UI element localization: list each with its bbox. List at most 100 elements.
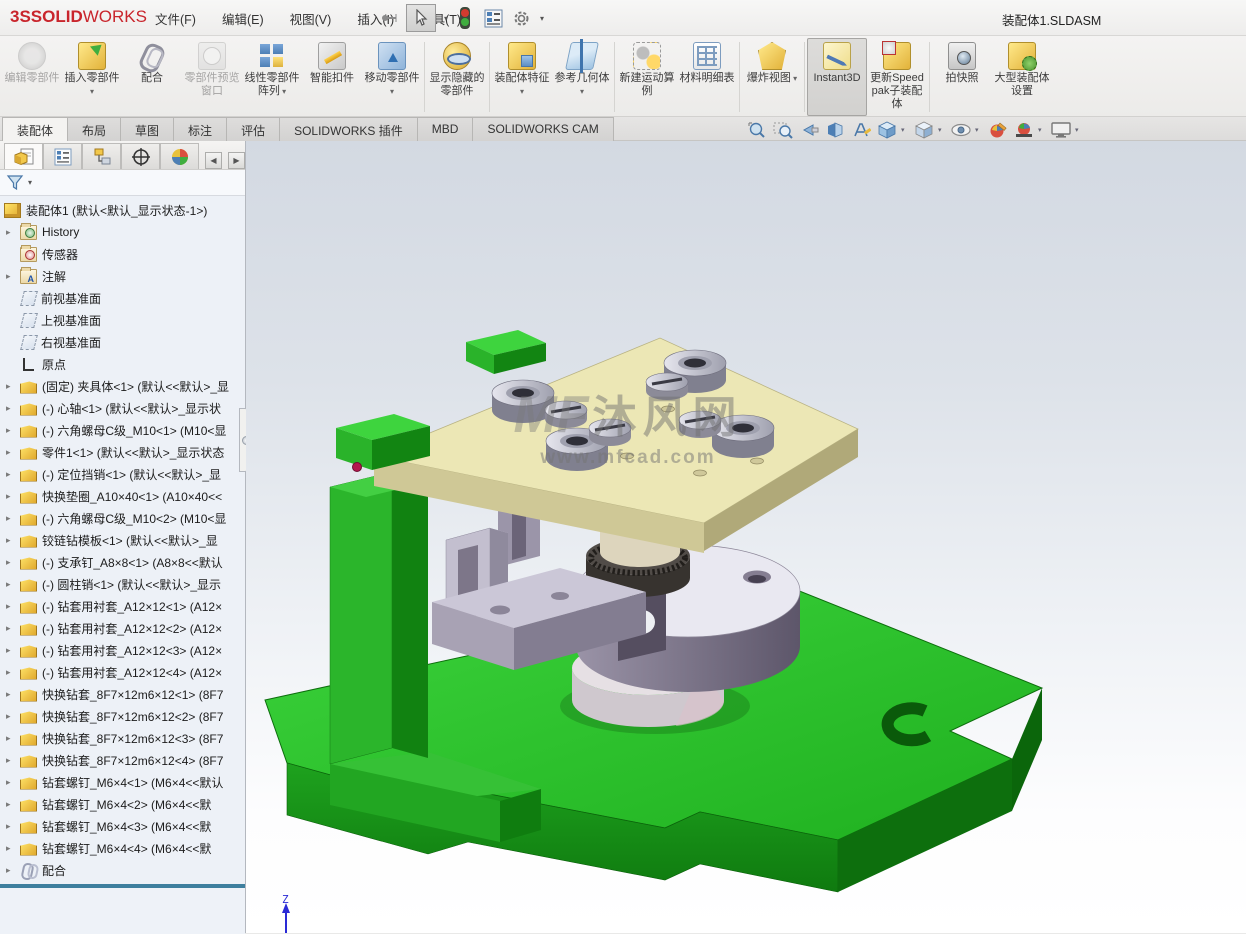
- ribbon-button[interactable]: 插入零部件: [62, 38, 122, 116]
- tree-item[interactable]: ▸ 传感器: [0, 243, 245, 265]
- tree-item[interactable]: ▸ (-) 六角螺母C级_M10<1> (M10<显: [0, 419, 245, 441]
- edit-appearance-icon[interactable]: [986, 119, 1010, 140]
- panel-tab-scroll-right[interactable]: ▶: [228, 152, 245, 169]
- filter-funnel-icon[interactable]: [6, 174, 26, 192]
- tree-item-expand-arrow[interactable]: ▸: [6, 865, 20, 876]
- hide-show-items-caret[interactable]: ▾: [975, 126, 984, 134]
- section-view-icon[interactable]: [823, 119, 847, 140]
- tree-item-expand-arrow[interactable]: ▸: [6, 689, 20, 700]
- traffic-light-icon[interactable]: [454, 6, 476, 30]
- pin-icon[interactable]: [378, 6, 400, 30]
- tree-item[interactable]: ▸ 上视基准面: [0, 309, 245, 331]
- tree-item-expand-arrow[interactable]: ▸: [6, 535, 20, 546]
- tree-item[interactable]: ▸ 快换钻套_8F7×12m6×12<3> (8F7: [0, 727, 245, 749]
- tree-item-expand-arrow[interactable]: ▸: [6, 271, 20, 282]
- tree-item-expand-arrow[interactable]: ▸: [6, 777, 20, 788]
- tree-item[interactable]: ▸ (-) 钻套用衬套_A12×12<3> (A12×: [0, 639, 245, 661]
- ribbon-button[interactable]: 编辑零部件: [2, 38, 62, 116]
- tree-item-expand-arrow[interactable]: ▸: [6, 711, 20, 722]
- ribbon-button[interactable]: 移动零部件: [362, 38, 422, 116]
- tree-item-expand-arrow[interactable]: ▸: [6, 799, 20, 810]
- select-cursor-caret[interactable]: ▾: [444, 14, 448, 23]
- ribbon-button[interactable]: 零部件预览窗口: [182, 38, 242, 116]
- ribbon-button[interactable]: 更新Speedpak子装配体: [867, 38, 927, 116]
- tree-item[interactable]: ▸ (-) 心轴<1> (默认<<默认>_显示状: [0, 397, 245, 419]
- view-orientation-caret[interactable]: ▾: [901, 126, 910, 134]
- hide-show-items-icon[interactable]: [949, 119, 973, 140]
- tree-item[interactable]: ▸ (-) 圆柱销<1> (默认<<默认>_显示: [0, 573, 245, 595]
- ribbon-button[interactable]: 线性零部件阵列: [242, 38, 302, 116]
- tree-item-expand-arrow[interactable]: ▸: [6, 579, 20, 590]
- tree-item[interactable]: ▸ 配合: [0, 859, 245, 881]
- dimxpertmanager-tab[interactable]: [121, 143, 160, 169]
- tree-item-expand-arrow[interactable]: ▸: [6, 821, 20, 832]
- command-tab[interactable]: SOLIDWORKS 插件: [279, 117, 418, 141]
- menu-item[interactable]: 文件(F): [142, 5, 209, 32]
- apply-scene-icon[interactable]: [1012, 119, 1036, 140]
- propertymanager-tab[interactable]: [43, 143, 82, 169]
- tree-item-expand-arrow[interactable]: ▸: [6, 601, 20, 612]
- gear-icon[interactable]: [510, 6, 532, 30]
- tree-item[interactable]: ▸ 装配体1 (默认<默认_显示状态-1>): [0, 199, 245, 221]
- tree-item-expand-arrow[interactable]: ▸: [6, 733, 20, 744]
- command-tab[interactable]: 草图: [120, 117, 175, 141]
- tree-item[interactable]: ▸ 注解: [0, 265, 245, 287]
- ribbon-button[interactable]: Instant3D: [807, 38, 867, 116]
- tree-item[interactable]: ▸ 零件1<1> (默认<<默认>_显示状态: [0, 441, 245, 463]
- ribbon-button[interactable]: 爆炸视图: [742, 38, 802, 116]
- tree-item[interactable]: ▸ (固定) 夹具体<1> (默认<<默认>_显: [0, 375, 245, 397]
- command-tab[interactable]: 布局: [67, 117, 122, 141]
- tree-item-expand-arrow[interactable]: ▸: [6, 513, 20, 524]
- apply-scene-caret[interactable]: ▾: [1038, 126, 1047, 134]
- tree-item-expand-arrow[interactable]: ▸: [6, 469, 20, 480]
- tree-item[interactable]: ▸ 原点: [0, 353, 245, 375]
- ribbon-button[interactable]: 装配体特征: [492, 38, 552, 116]
- tree-item[interactable]: ▸ (-) 钻套用衬套_A12×12<1> (A12×: [0, 595, 245, 617]
- menu-item[interactable]: 视图(V): [277, 5, 345, 32]
- tree-item[interactable]: ▸ 快换钻套_8F7×12m6×12<4> (8F7: [0, 749, 245, 771]
- command-tab[interactable]: SOLIDWORKS CAM: [472, 117, 614, 141]
- menu-item[interactable]: 编辑(E): [209, 5, 277, 32]
- tree-item[interactable]: ▸ (-) 钻套用衬套_A12×12<2> (A12×: [0, 617, 245, 639]
- view-orientation-icon[interactable]: [875, 119, 899, 140]
- tree-item[interactable]: ▸ (-) 钻套用衬套_A12×12<4> (A12×: [0, 661, 245, 683]
- tree-item-expand-arrow[interactable]: ▸: [6, 623, 20, 634]
- gear-caret[interactable]: ▾: [540, 14, 544, 23]
- ribbon-button[interactable]: 参考几何体: [552, 38, 612, 116]
- tree-item[interactable]: ▸ (-) 支承钉_A8×8<1> (A8×8<<默认: [0, 551, 245, 573]
- tree-item[interactable]: ▸ 钻套螺钉_M6×4<1> (M6×4<<默认: [0, 771, 245, 793]
- previous-view-icon[interactable]: [797, 119, 821, 140]
- panel-tab-scroll-left[interactable]: ◀: [205, 152, 222, 169]
- ribbon-button[interactable]: 大型装配体设置: [992, 38, 1052, 116]
- tree-item-expand-arrow[interactable]: ▸: [6, 227, 20, 238]
- zoom-fit-icon[interactable]: [745, 119, 769, 140]
- ribbon-button[interactable]: 新建运动算例: [617, 38, 677, 116]
- tree-item[interactable]: ▸ History: [0, 221, 245, 243]
- tree-item[interactable]: ▸ (-) 定位挡销<1> (默认<<默认>_显: [0, 463, 245, 485]
- tree-item-expand-arrow[interactable]: ▸: [6, 447, 20, 458]
- command-tab[interactable]: 评估: [226, 117, 281, 141]
- command-tab[interactable]: 标注: [173, 117, 228, 141]
- tree-item-expand-arrow[interactable]: ▸: [6, 843, 20, 854]
- annotation-visibility-icon[interactable]: [849, 119, 873, 140]
- ribbon-button[interactable]: 配合: [122, 38, 182, 116]
- command-tab[interactable]: MBD: [416, 117, 474, 141]
- tree-item[interactable]: ▸ 前视基准面: [0, 287, 245, 309]
- filter-caret[interactable]: ▾: [28, 178, 32, 187]
- ribbon-button[interactable]: 材料明细表: [677, 38, 737, 116]
- tree-item-expand-arrow[interactable]: ▸: [6, 667, 20, 678]
- display-style-icon[interactable]: [912, 119, 936, 140]
- configurationmanager-tab[interactable]: [82, 143, 121, 169]
- tree-item-expand-arrow[interactable]: ▸: [6, 425, 20, 436]
- tree-item-expand-arrow[interactable]: ▸: [6, 491, 20, 502]
- tree-item-expand-arrow[interactable]: ▸: [6, 645, 20, 656]
- graphics-viewport[interactable]: MF沐风网 www.mfcad.com Z: [246, 141, 1246, 933]
- select-cursor-icon[interactable]: [406, 4, 436, 32]
- featuremanager-tab[interactable]: [4, 143, 43, 169]
- tree-item[interactable]: ▸ (-) 六角螺母C级_M10<2> (M10<显: [0, 507, 245, 529]
- zoom-area-icon[interactable]: [771, 119, 795, 140]
- tree-item[interactable]: ▸ 钻套螺钉_M6×4<2> (M6×4<<默: [0, 793, 245, 815]
- ribbon-button[interactable]: 显示隐藏的零部件: [427, 38, 487, 116]
- ribbon-button[interactable]: 拍快照: [932, 38, 992, 116]
- tree-item-expand-arrow[interactable]: ▸: [6, 381, 20, 392]
